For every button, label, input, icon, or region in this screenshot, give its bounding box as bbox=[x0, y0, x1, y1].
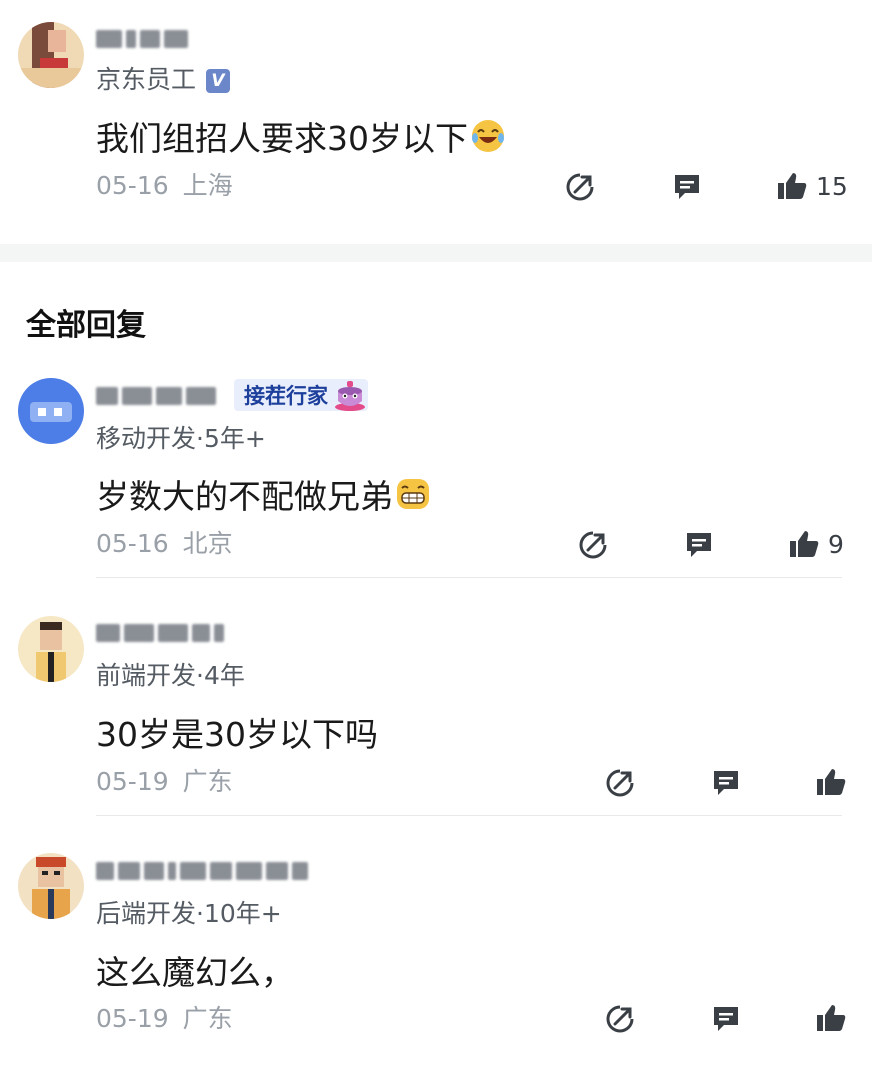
reply-location: 北京 bbox=[182, 529, 233, 558]
author-badge[interactable]: 接茬行家 bbox=[234, 379, 368, 411]
grinning-emoji-icon bbox=[397, 479, 429, 509]
share-icon bbox=[566, 173, 594, 201]
laughing-tears-emoji-icon bbox=[472, 120, 504, 152]
share-icon bbox=[606, 1005, 634, 1033]
reply-separator bbox=[96, 815, 842, 816]
reply-content-text: 30岁是30岁以下吗 bbox=[96, 715, 378, 754]
reply-content-text: 岁数大的不配做兄弟 bbox=[96, 477, 393, 516]
author-name-blurred[interactable] bbox=[96, 26, 188, 52]
reply-content: 30岁是30岁以下吗 bbox=[96, 708, 378, 756]
share-icon bbox=[606, 769, 634, 797]
thumbs-up-icon bbox=[817, 769, 846, 795]
post-date: 05-16 bbox=[96, 171, 169, 200]
author-role: 后端开发·10年+ bbox=[96, 899, 282, 928]
avatar[interactable] bbox=[18, 378, 84, 444]
like-button[interactable]: 15 bbox=[776, 170, 848, 202]
comment-button[interactable] bbox=[711, 768, 741, 798]
like-count: 9 bbox=[828, 529, 844, 559]
comment-icon bbox=[714, 771, 738, 795]
share-button[interactable] bbox=[605, 768, 635, 798]
author-role-text: 京东员工 bbox=[96, 65, 197, 94]
post-content: 我们组招人要求30岁以下 bbox=[96, 112, 506, 160]
post-location: 上海 bbox=[182, 171, 233, 200]
author-role: 前端开发·4年 bbox=[96, 661, 245, 690]
avatar[interactable] bbox=[18, 616, 84, 682]
like-button[interactable] bbox=[815, 766, 855, 798]
avatar[interactable] bbox=[18, 853, 84, 919]
reply-timestamp: 05-19 广东 bbox=[96, 762, 233, 798]
section-divider bbox=[0, 244, 872, 262]
post-timestamp: 05-16 上海 bbox=[96, 166, 233, 202]
share-button[interactable] bbox=[578, 530, 608, 560]
author-name-blurred[interactable] bbox=[96, 620, 224, 646]
reply-location: 广东 bbox=[182, 1004, 233, 1033]
reply-date: 05-16 bbox=[96, 529, 169, 558]
reply-content: 岁数大的不配做兄弟 bbox=[96, 470, 431, 518]
original-post: 京东员工 V 我们组招人要求30岁以下 05-16 上海 15 bbox=[0, 0, 872, 244]
author-role: 京东员工 V bbox=[96, 60, 231, 96]
reply-date: 05-19 bbox=[96, 767, 169, 796]
reply-content: 这么魔幻么， bbox=[96, 946, 294, 994]
pot-badge-icon bbox=[335, 381, 365, 411]
reply-separator bbox=[96, 577, 842, 578]
avatar[interactable] bbox=[18, 22, 84, 88]
reply-content-text: 这么魔幻么， bbox=[96, 953, 294, 992]
reply-date: 05-19 bbox=[96, 1004, 169, 1033]
like-button[interactable]: 9 bbox=[788, 528, 844, 560]
share-button[interactable] bbox=[605, 1004, 635, 1034]
comment-icon bbox=[714, 1007, 738, 1031]
post-content-text: 我们组招人要求30岁以下 bbox=[96, 119, 468, 158]
thumbs-up-icon bbox=[817, 1005, 846, 1031]
share-button[interactable] bbox=[565, 172, 595, 202]
thumbs-up-icon bbox=[790, 531, 819, 557]
share-icon bbox=[579, 531, 607, 559]
verified-icon: V bbox=[206, 69, 231, 93]
author-badge-text: 接茬行家 bbox=[244, 384, 328, 408]
replies-section-title: 全部回复 bbox=[26, 308, 146, 343]
comment-button[interactable] bbox=[672, 172, 702, 202]
like-button[interactable] bbox=[815, 1002, 855, 1034]
comment-button[interactable] bbox=[711, 1004, 741, 1034]
comment-button[interactable] bbox=[684, 530, 714, 560]
author-role: 移动开发·5年+ bbox=[96, 424, 266, 453]
thumbs-up-icon bbox=[778, 173, 807, 199]
comment-icon bbox=[687, 533, 711, 557]
author-name-blurred[interactable] bbox=[96, 383, 216, 409]
reply-timestamp: 05-19 广东 bbox=[96, 999, 233, 1035]
comment-icon bbox=[675, 175, 699, 199]
reply-location: 广东 bbox=[182, 767, 233, 796]
like-count: 15 bbox=[816, 171, 848, 201]
reply-timestamp: 05-16 北京 bbox=[96, 524, 233, 560]
author-name-blurred[interactable] bbox=[96, 858, 308, 884]
